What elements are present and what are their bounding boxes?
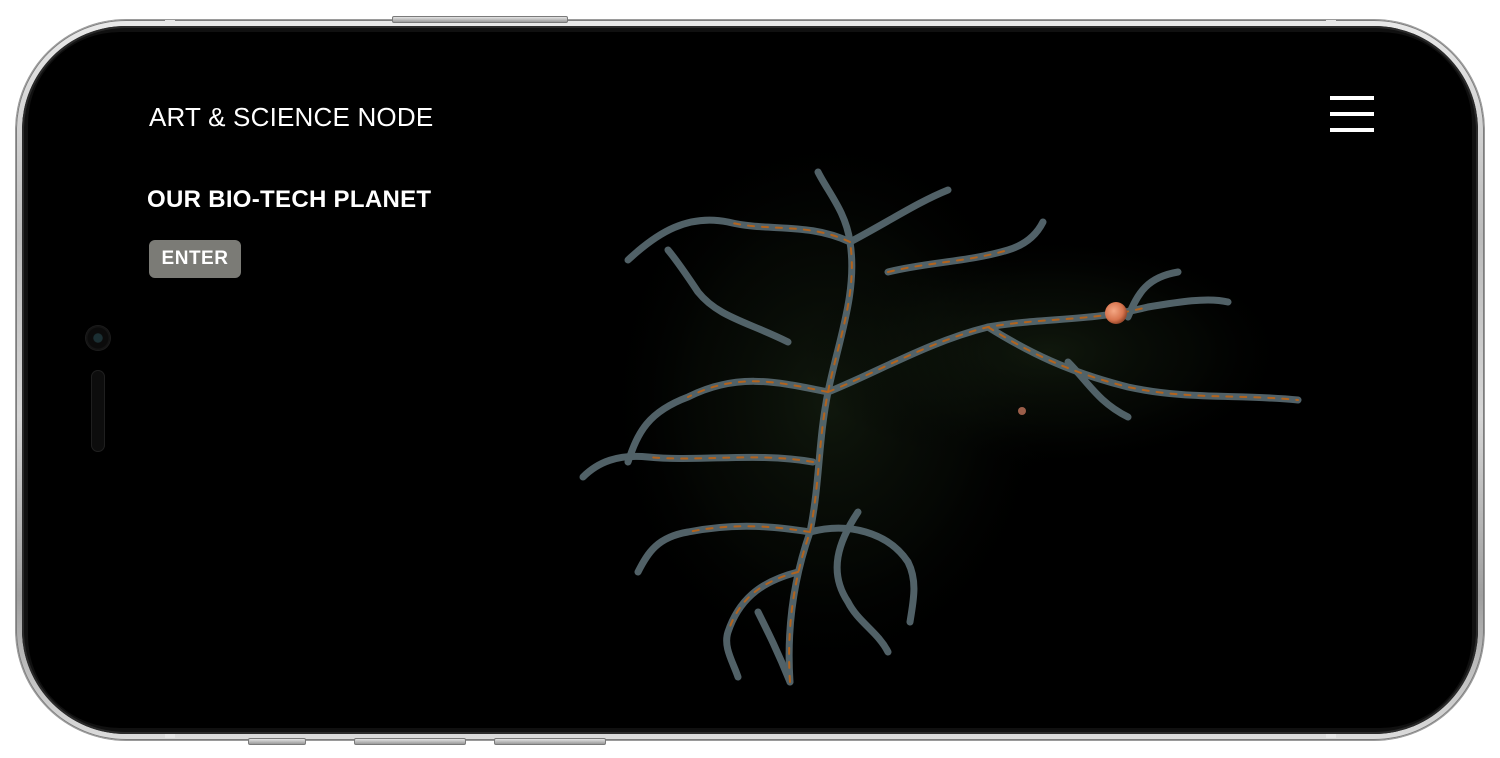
site-title[interactable]: ART & SCIENCE NODE xyxy=(149,102,433,133)
menu-bar xyxy=(1330,112,1374,116)
phone-screen: ART & SCIENCE NODE OUR BIO-TECH PLANET E… xyxy=(28,32,1472,728)
phone-top-button xyxy=(392,16,568,23)
small-node-orb xyxy=(1018,407,1026,415)
phone-volume-up-button xyxy=(354,738,466,745)
phone-side-switch xyxy=(248,738,306,745)
antenna-band xyxy=(1326,734,1336,738)
orange-node-orb xyxy=(1105,302,1127,324)
antenna-band xyxy=(165,734,175,738)
hamburger-menu-icon[interactable] xyxy=(1326,92,1376,140)
antenna-band xyxy=(1326,20,1336,24)
bio-tech-tree-artwork xyxy=(579,132,1302,686)
antenna-band xyxy=(165,20,175,24)
enter-button[interactable]: ENTER xyxy=(149,240,241,278)
menu-bar xyxy=(1330,96,1374,100)
front-camera xyxy=(86,326,110,350)
hero-heading: OUR BIO-TECH PLANET xyxy=(147,186,432,213)
earpiece-speaker xyxy=(91,370,105,452)
menu-bar xyxy=(1330,128,1374,132)
artwork-glow xyxy=(798,232,1298,472)
phone-volume-down-button xyxy=(494,738,606,745)
